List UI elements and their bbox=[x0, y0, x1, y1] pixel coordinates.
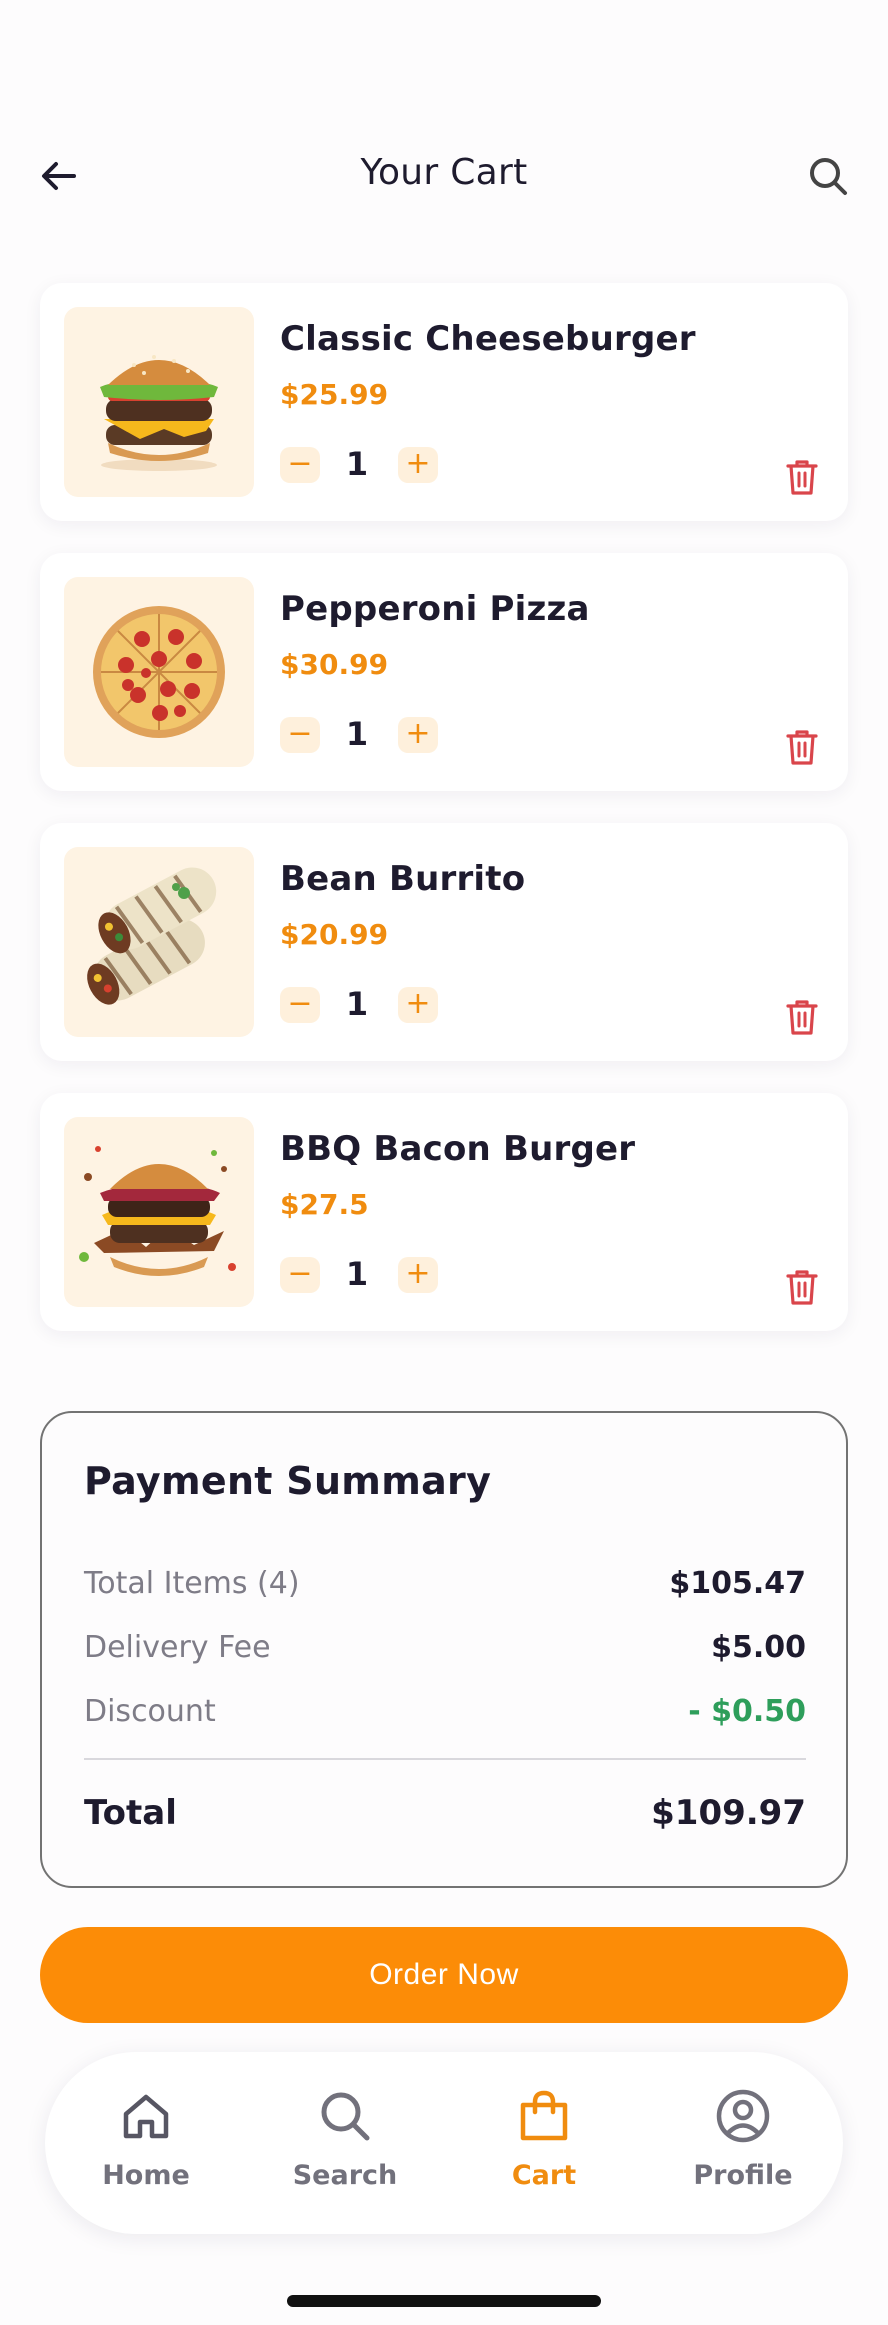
item-price: $27.5 bbox=[280, 1188, 369, 1221]
pepperoni-pizza-image bbox=[64, 577, 254, 767]
quantity-value: 1 bbox=[345, 445, 369, 483]
quantity-value: 1 bbox=[345, 985, 369, 1023]
search-icon bbox=[321, 2092, 370, 2141]
decrease-quantity-button[interactable]: − bbox=[280, 987, 320, 1023]
increase-quantity-button[interactable]: + bbox=[398, 1257, 438, 1293]
summary-row-discount: Discount - $0.50 bbox=[84, 1694, 806, 1734]
trash-icon bbox=[786, 460, 818, 495]
item-name: Pepperoni Pizza bbox=[280, 589, 590, 629]
home-indicator bbox=[287, 2295, 601, 2307]
summary-label: Total Items (4) bbox=[84, 1566, 300, 1601]
decrease-quantity-button[interactable]: − bbox=[280, 1257, 320, 1293]
summary-divider bbox=[84, 1758, 806, 1760]
payment-summary: Payment Summary Total Items (4) $105.47 … bbox=[40, 1411, 848, 1888]
tab-profile[interactable]: Profile bbox=[668, 2088, 818, 2208]
total-value: $109.97 bbox=[651, 1793, 806, 1833]
search-button[interactable] bbox=[804, 152, 852, 200]
summary-row-total-items: Total Items (4) $105.47 bbox=[84, 1566, 806, 1606]
cart-item[interactable]: Classic Cheeseburger $25.99 − 1 + bbox=[40, 283, 848, 521]
profile-icon bbox=[716, 2089, 770, 2143]
tab-label: Profile bbox=[693, 2160, 793, 2191]
tab-label: Cart bbox=[511, 2160, 577, 2191]
summary-value: $5.00 bbox=[711, 1630, 806, 1665]
cart-item[interactable]: BBQ Bacon Burger $27.5 − 1 + bbox=[40, 1093, 848, 1331]
summary-value: $105.47 bbox=[669, 1566, 806, 1601]
delete-item-button[interactable] bbox=[784, 1267, 820, 1307]
tab-label: Home bbox=[102, 2160, 190, 2191]
trash-icon bbox=[786, 730, 818, 765]
bbq-bacon-burger-image bbox=[64, 1117, 254, 1307]
bean-burrito-image bbox=[64, 847, 254, 1037]
bottom-tab-bar: Home Search Cart Profile bbox=[45, 2052, 843, 2234]
item-price: $25.99 bbox=[280, 378, 389, 411]
home-icon bbox=[123, 2094, 169, 2139]
tab-label: Search bbox=[292, 2160, 398, 2191]
decrease-quantity-button[interactable]: − bbox=[280, 447, 320, 483]
item-name: BBQ Bacon Burger bbox=[280, 1129, 636, 1169]
page-title: Your Cart bbox=[360, 152, 528, 193]
quantity-value: 1 bbox=[345, 715, 369, 753]
tab-search[interactable]: Search bbox=[270, 2088, 420, 2208]
item-price: $20.99 bbox=[280, 918, 389, 951]
total-label: Total bbox=[84, 1793, 177, 1833]
trash-icon bbox=[786, 1000, 818, 1035]
increase-quantity-button[interactable]: + bbox=[398, 717, 438, 753]
bag-icon bbox=[520, 2090, 568, 2141]
tab-home[interactable]: Home bbox=[71, 2088, 221, 2208]
delete-item-button[interactable] bbox=[784, 457, 820, 497]
tab-cart[interactable]: Cart bbox=[469, 2088, 619, 2208]
summary-label: Discount bbox=[84, 1694, 216, 1729]
cart-item[interactable]: Bean Burrito $20.99 − 1 + bbox=[40, 823, 848, 1061]
cheeseburger-image bbox=[64, 307, 254, 497]
search-icon bbox=[810, 158, 847, 195]
order-now-button[interactable]: Order Now bbox=[40, 1927, 848, 2023]
quantity-value: 1 bbox=[345, 1255, 369, 1293]
summary-total-row: Total $109.97 bbox=[84, 1793, 806, 1839]
header: Your Cart bbox=[0, 140, 888, 210]
summary-title: Payment Summary bbox=[84, 1459, 492, 1503]
discount-value: - $0.50 bbox=[688, 1694, 806, 1729]
item-name: Bean Burrito bbox=[280, 859, 526, 899]
item-name: Classic Cheeseburger bbox=[280, 319, 696, 359]
cart-list: Classic Cheeseburger $25.99 − 1 + Pepper… bbox=[40, 283, 848, 1363]
delete-item-button[interactable] bbox=[784, 727, 820, 767]
increase-quantity-button[interactable]: + bbox=[398, 447, 438, 483]
summary-label: Delivery Fee bbox=[84, 1630, 271, 1665]
item-price: $30.99 bbox=[280, 648, 389, 681]
increase-quantity-button[interactable]: + bbox=[398, 987, 438, 1023]
delete-item-button[interactable] bbox=[784, 997, 820, 1037]
summary-row-delivery-fee: Delivery Fee $5.00 bbox=[84, 1630, 806, 1670]
decrease-quantity-button[interactable]: − bbox=[280, 717, 320, 753]
trash-icon bbox=[786, 1270, 818, 1305]
cart-item[interactable]: Pepperoni Pizza $30.99 − 1 + bbox=[40, 553, 848, 791]
